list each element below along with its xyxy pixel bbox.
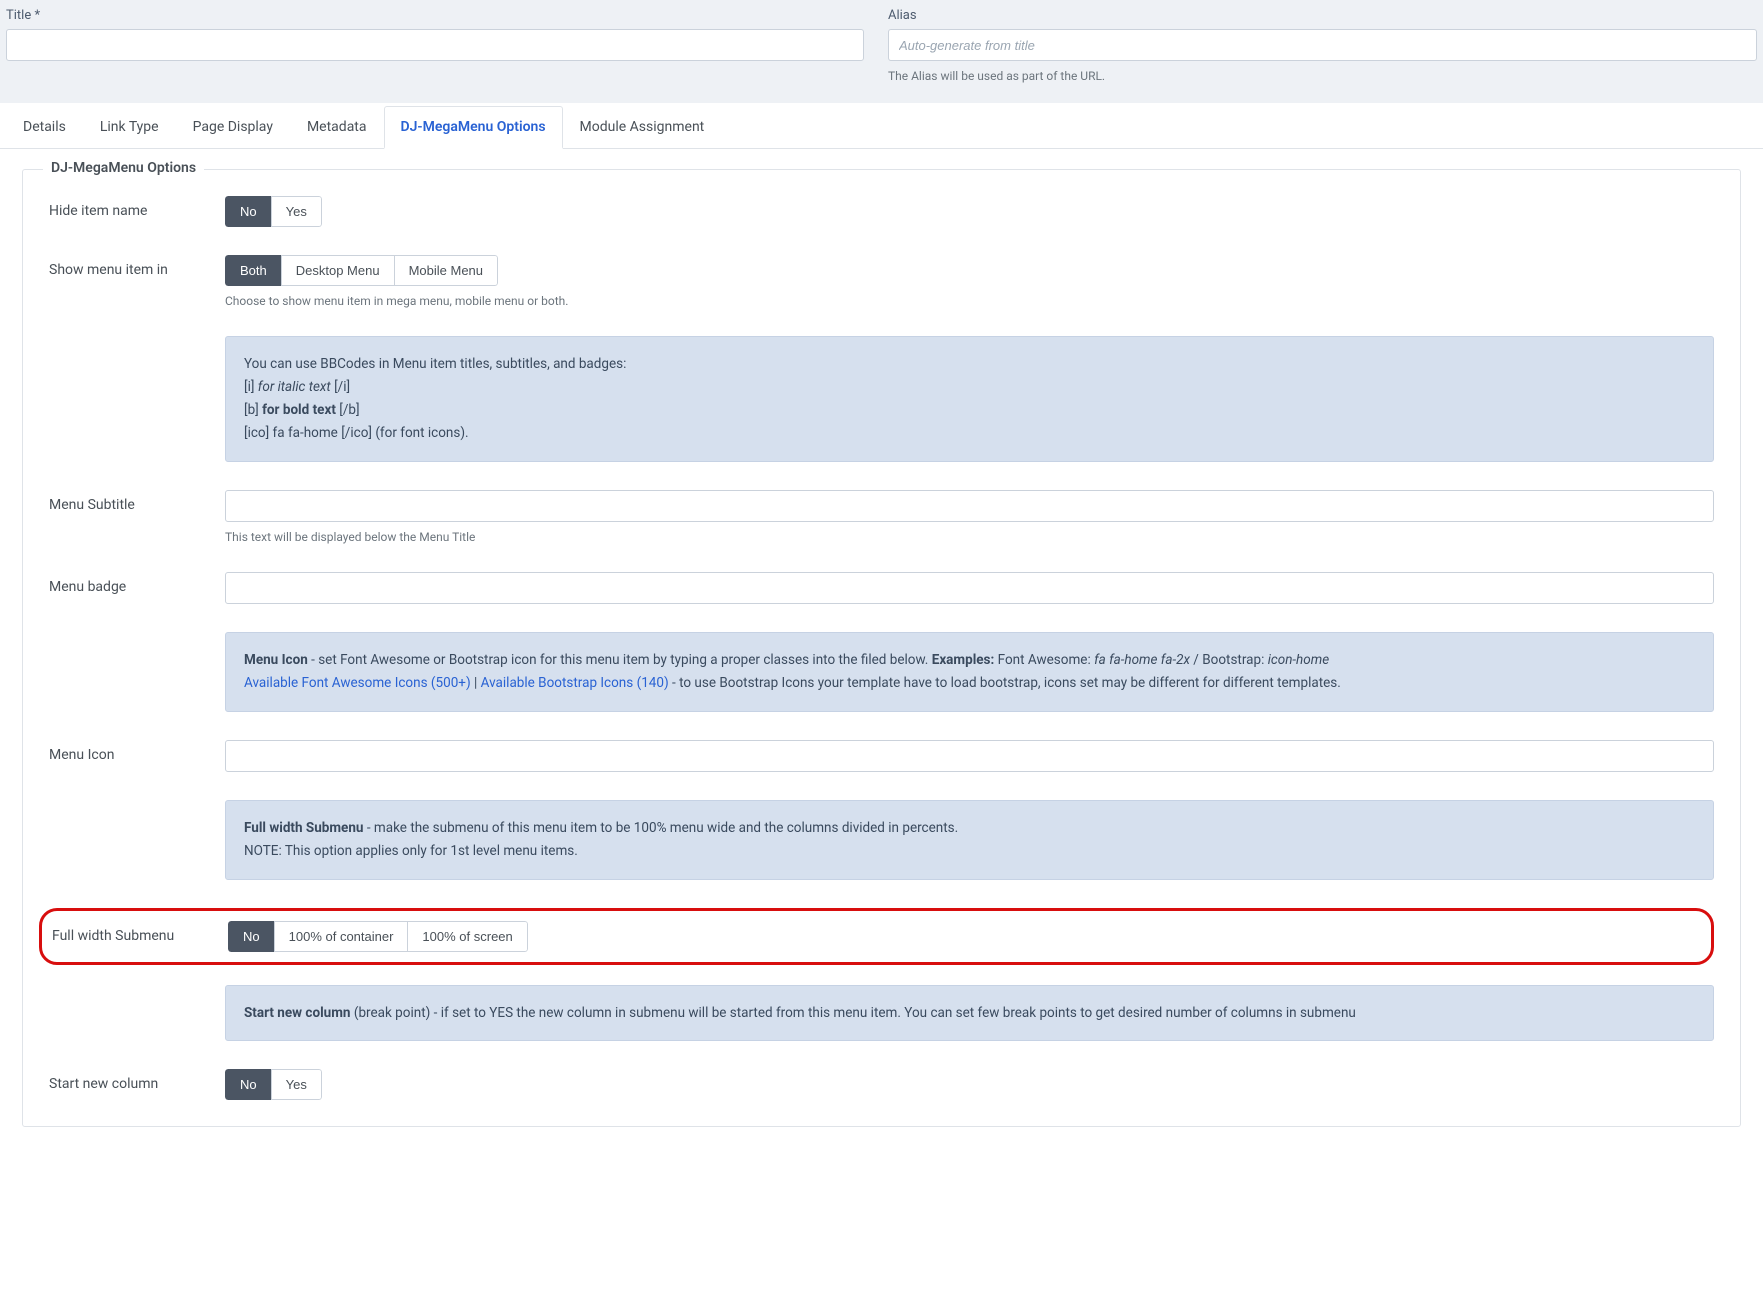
hide-item-name-yes[interactable]: Yes bbox=[271, 196, 322, 227]
link-bootstrap-icons[interactable]: Available Bootstrap Icons (140) bbox=[481, 675, 669, 691]
tab-page-display[interactable]: Page Display bbox=[176, 106, 290, 149]
menu-subtitle-input[interactable] bbox=[225, 490, 1714, 522]
label-start-new-column: Start new column bbox=[49, 1069, 225, 1092]
bbcode-line2: [i] for italic text [/i] bbox=[244, 376, 1695, 399]
row-hide-item-name: Hide item name No Yes bbox=[49, 196, 1714, 227]
menu-subtitle-hint: This text will be displayed below the Me… bbox=[225, 530, 1714, 544]
start-new-col-yes[interactable]: Yes bbox=[271, 1069, 322, 1100]
full-width-group: No 100% of container 100% of screen bbox=[228, 921, 528, 952]
tab-metadata[interactable]: Metadata bbox=[290, 106, 384, 149]
fieldset-legend: DJ-MegaMenu Options bbox=[43, 160, 204, 176]
full-width-box-note: NOTE: This option applies only for 1st l… bbox=[244, 840, 1695, 863]
alias-input[interactable] bbox=[888, 29, 1757, 61]
row-full-width-submenu: Full width Submenu No 100% of container … bbox=[42, 921, 1691, 952]
row-start-new-column: Start new column No Yes bbox=[49, 1069, 1714, 1100]
show-in-hint: Choose to show menu item in mega menu, m… bbox=[225, 294, 1714, 308]
title-field-wrap: Title * bbox=[6, 8, 864, 83]
alias-field-wrap: Alias The Alias will be used as part of … bbox=[888, 8, 1757, 83]
bbcode-line1: You can use BBCodes in Menu item titles,… bbox=[244, 353, 1695, 376]
start-new-col-info-box: Start new column (break point) - if set … bbox=[225, 985, 1714, 1042]
menu-icon-info-box: Menu Icon - set Font Awesome or Bootstra… bbox=[225, 632, 1714, 712]
alias-label: Alias bbox=[888, 8, 1757, 23]
tab-details[interactable]: Details bbox=[6, 106, 83, 149]
menu-badge-input[interactable] bbox=[225, 572, 1714, 604]
full-width-container[interactable]: 100% of container bbox=[274, 921, 409, 952]
alias-hint: The Alias will be used as part of the UR… bbox=[888, 69, 1757, 83]
label-menu-icon: Menu Icon bbox=[49, 740, 225, 763]
tabs-bar: Details Link Type Page Display Metadata … bbox=[0, 105, 1763, 149]
link-fa-icons[interactable]: Available Font Awesome Icons (500+) bbox=[244, 675, 471, 691]
title-input[interactable] bbox=[6, 29, 864, 61]
label-full-width-submenu: Full width Submenu bbox=[52, 921, 228, 944]
tab-link-type[interactable]: Link Type bbox=[83, 106, 176, 149]
content-wrap: DJ-MegaMenu Options Hide item name No Ye… bbox=[0, 149, 1763, 1167]
bbcode-line4: [ico] fa fa-home [/ico] (for font icons)… bbox=[244, 422, 1695, 445]
start-new-col-no[interactable]: No bbox=[225, 1069, 272, 1100]
row-menu-badge: Menu badge bbox=[49, 572, 1714, 604]
bbcode-line3: [b] for bold text [/b] bbox=[244, 399, 1695, 422]
show-in-mobile[interactable]: Mobile Menu bbox=[394, 255, 498, 286]
top-fields: Title * Alias The Alias will be used as … bbox=[0, 0, 1763, 103]
row-show-menu-item-in: Show menu item in Both Desktop Menu Mobi… bbox=[49, 255, 1714, 308]
show-menu-item-in-group: Both Desktop Menu Mobile Menu bbox=[225, 255, 498, 286]
hide-item-name-no[interactable]: No bbox=[225, 196, 272, 227]
show-in-both[interactable]: Both bbox=[225, 255, 282, 286]
show-in-desktop[interactable]: Desktop Menu bbox=[281, 255, 395, 286]
full-width-no[interactable]: No bbox=[228, 921, 275, 952]
full-width-box-line1: Full width Submenu - make the submenu of… bbox=[244, 817, 1695, 840]
tab-module-assignment[interactable]: Module Assignment bbox=[563, 106, 722, 149]
start-new-col-group: No Yes bbox=[225, 1069, 322, 1100]
bbcode-info-box: You can use BBCodes in Menu item titles,… bbox=[225, 336, 1714, 462]
hide-item-name-group: No Yes bbox=[225, 196, 322, 227]
label-menu-subtitle: Menu Subtitle bbox=[49, 490, 225, 513]
menu-icon-box-line1: Menu Icon - set Font Awesome or Bootstra… bbox=[244, 649, 1695, 672]
tab-dj-megamenu-options[interactable]: DJ-MegaMenu Options bbox=[384, 106, 563, 149]
row-menu-icon: Menu Icon bbox=[49, 740, 1714, 772]
megamenu-fieldset: DJ-MegaMenu Options Hide item name No Ye… bbox=[22, 169, 1741, 1127]
title-label: Title * bbox=[6, 8, 864, 23]
row-menu-subtitle: Menu Subtitle This text will be displaye… bbox=[49, 490, 1714, 544]
menu-icon-input[interactable] bbox=[225, 740, 1714, 772]
menu-icon-box-line2: Available Font Awesome Icons (500+) | Av… bbox=[244, 672, 1695, 695]
label-hide-item-name: Hide item name bbox=[49, 196, 225, 219]
full-width-info-box: Full width Submenu - make the submenu of… bbox=[225, 800, 1714, 880]
label-show-menu-item-in: Show menu item in bbox=[49, 255, 225, 278]
label-menu-badge: Menu badge bbox=[49, 572, 225, 595]
highlight-full-width: Full width Submenu No 100% of container … bbox=[39, 908, 1714, 965]
full-width-screen[interactable]: 100% of screen bbox=[407, 921, 527, 952]
